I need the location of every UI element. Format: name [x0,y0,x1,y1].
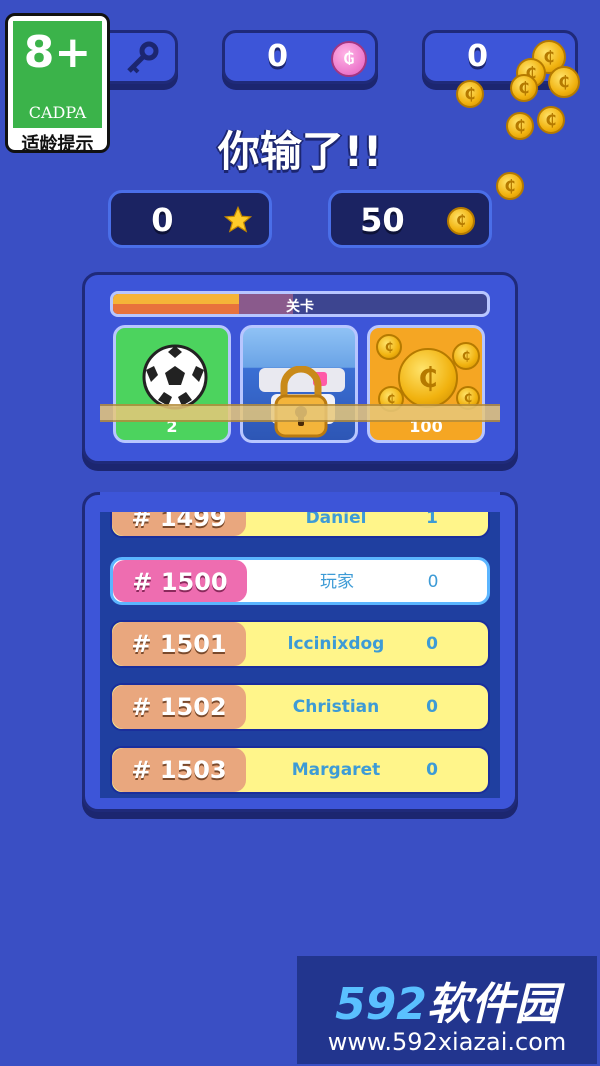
flying-coin-icon: ₵ [548,66,580,98]
gems-counter: 0 ₲ [222,30,378,84]
watermark-logo-text: 软件园 [426,979,559,1030]
leaderboard-name: Christian [292,697,380,717]
leaderboard-rank: # 1501 [112,622,246,666]
star-icon [223,205,253,233]
leaderboard-top-edge [100,492,500,512]
leaderboard-name: Margaret [291,760,381,780]
earned-coins-value: 50 [360,201,405,239]
gems-value: 0 [267,39,288,74]
gem-icon: ₲ [331,41,367,77]
level-progress-bar: 关卡 [110,291,490,317]
soccer-ball-icon [142,344,208,410]
earned-coins: 50 ₵ [328,190,492,248]
locked-ribbon [100,404,500,422]
coin-icon: ₵ [447,207,475,235]
coin-icon: ₵ [376,334,402,360]
coins-value: 0 [467,39,488,74]
earned-stars: 0 [108,190,272,248]
leaderboard-name: lccinixdog [287,634,385,654]
reward-coin-pile: ₵ ₵ ₵ ₵ ₵ 100 [367,325,485,443]
leaderboard-row: # 1502 Christian 0 [110,683,490,731]
site-watermark: 592软件园 www.592xiazai.com [297,956,597,1064]
leaderboard-rank: # 1503 [112,748,246,792]
leaderboard-score: 0 [426,634,438,654]
watermark-logo: 592软件园 [297,968,597,1032]
level-progress-label: 关卡 [286,299,314,315]
key-icon [127,41,159,74]
leaderboard-rank: # 1502 [112,685,246,729]
watermark-url: www.592xiazai.com [327,1028,567,1056]
leaderboard-score: 0 [427,572,439,592]
leaderboard-row: # 1501 lccinixdog 0 [110,620,490,668]
leaderboard-rank: # 1500 [113,560,247,602]
flying-coin-icon: ₵ [456,80,484,108]
age-rating-value: 8+ [23,27,92,78]
coin-pile-icon: ₵ [398,348,458,408]
leaderboard-row: # 1503 Margaret 0 [110,746,490,794]
reward-soccer-ball: 2 [113,325,231,443]
leaderboard-row-player: # 1500 玩家 0 [110,557,490,605]
leaderboard-score: 0 [426,760,438,780]
flying-coin-icon: ₵ [510,74,538,102]
result-title: 你输了!! [217,127,383,176]
coin-icon: ₵ [452,342,480,370]
leaderboard-score: 0 [426,697,438,717]
earned-stars-value: 0 [151,201,174,239]
watermark-logo-digits: 592 [335,979,427,1030]
padlock-icon [274,366,328,438]
leaderboard-name: 玩家 [320,572,354,592]
